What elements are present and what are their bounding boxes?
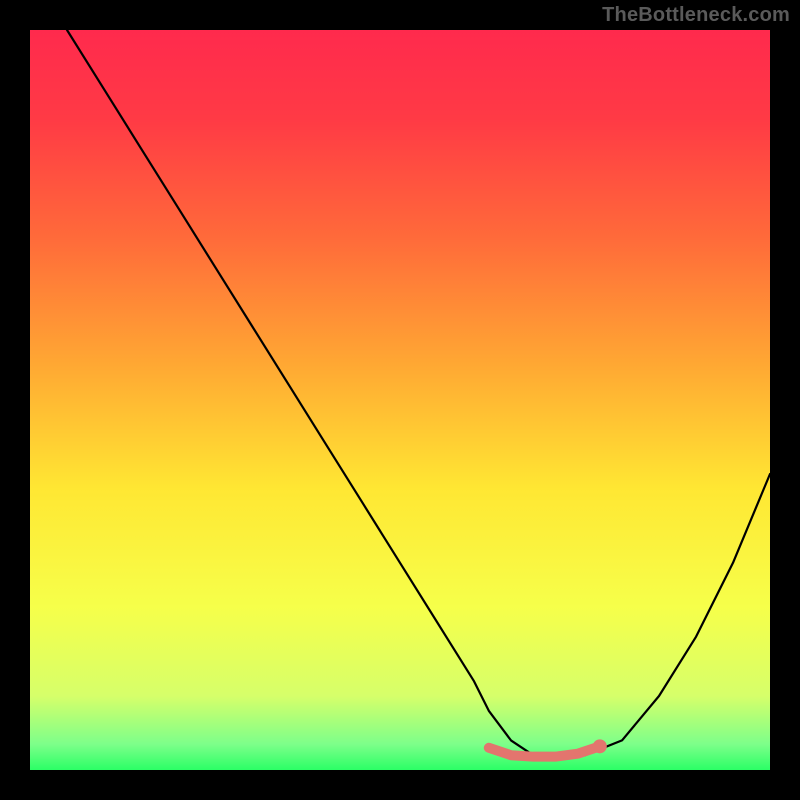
chart-background-gradient: [30, 30, 770, 770]
watermark-text: TheBottleneck.com: [602, 4, 790, 27]
chart-frame: { "watermark": "TheBottleneck.com", "cha…: [0, 0, 800, 800]
bottleneck-chart: [0, 0, 800, 800]
optimal-point-marker: [593, 739, 607, 753]
